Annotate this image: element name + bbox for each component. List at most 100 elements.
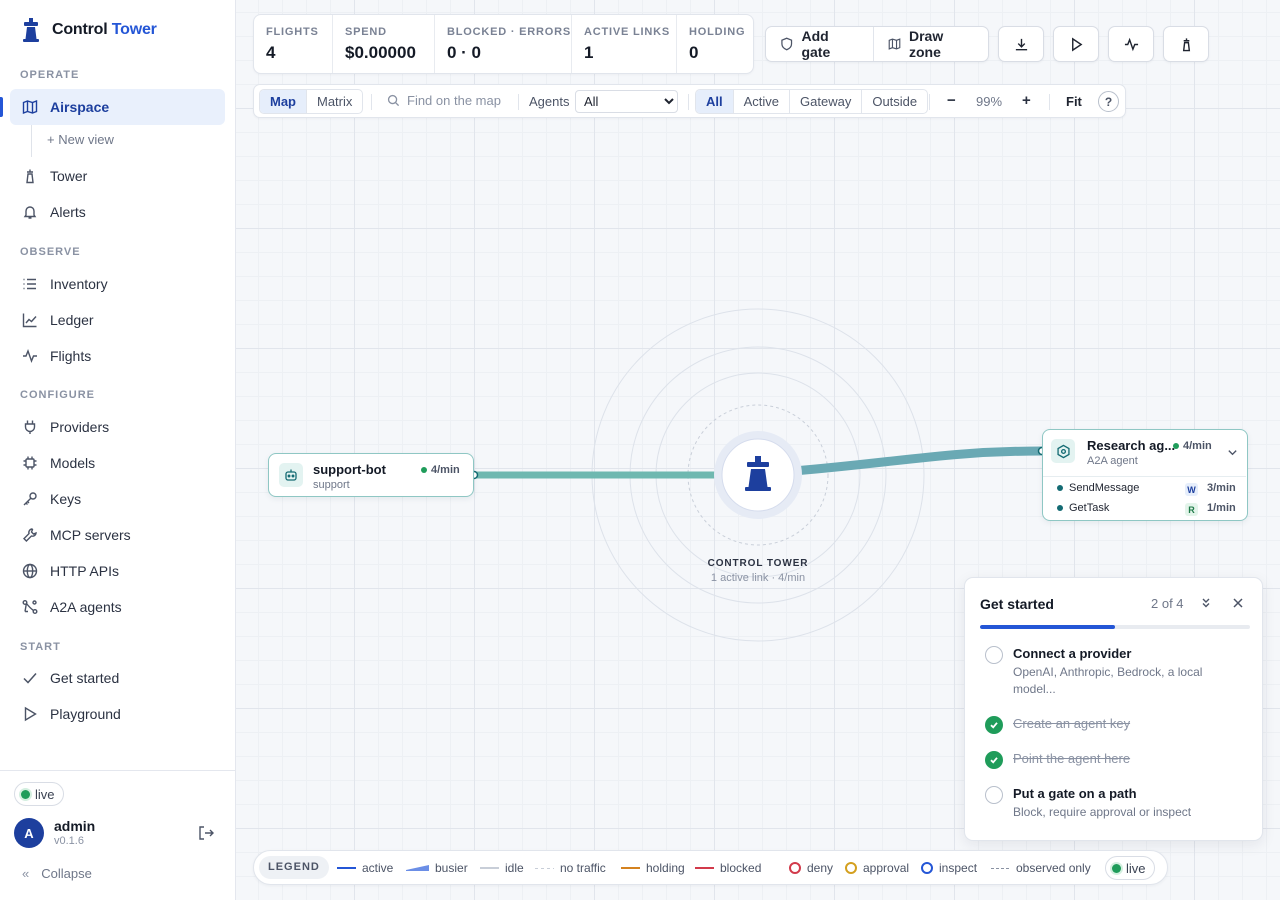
legend-ring-icon — [789, 862, 801, 874]
tower-subtitle: 1 active link · 4/min — [710, 572, 806, 584]
legend-busier: busier — [406, 861, 468, 875]
method-row[interactable]: SendMessage — [1057, 482, 1139, 494]
sidebar-item-playground[interactable]: Playground — [10, 696, 225, 732]
view-mode-matrix[interactable]: Matrix — [306, 90, 362, 113]
legend-live-badge[interactable]: live — [1105, 856, 1155, 880]
new-view-link[interactable]: + New view — [47, 132, 114, 147]
status-dot-icon — [1173, 443, 1179, 449]
key-icon — [23, 492, 37, 506]
map-search[interactable]: Find on the map — [387, 93, 501, 108]
chevron-down-icon[interactable] — [1227, 447, 1238, 458]
stats-bar: FLIGHTS 4 SPEND $0.00000 BLOCKED · ERROR… — [253, 14, 754, 74]
sidebar-item-get-started[interactable]: Get started — [10, 660, 225, 696]
collapse-label: Collapse — [41, 866, 92, 881]
app-version: v0.1.6 — [54, 835, 84, 847]
agent-node-research-agent[interactable]: Research ag... A2A agent 4/min SendMessa… — [1042, 429, 1248, 521]
section-operate: OPERATE — [20, 69, 80, 81]
draw-zone-button[interactable]: Draw zone — [873, 27, 988, 61]
tower-label: CONTROL TOWER — [707, 558, 809, 569]
legend-label: deny — [807, 861, 834, 875]
zoom-in-button[interactable]: + — [1022, 92, 1031, 109]
live-dot-icon — [1112, 863, 1121, 873]
step-create-agent-key[interactable]: Create an agent key — [985, 716, 1245, 736]
method-rate: 3/min — [1207, 482, 1236, 494]
download-icon — [1015, 38, 1027, 50]
download-button[interactable] — [998, 26, 1044, 62]
agent-node-support-bot[interactable]: support-bot support 4/min — [268, 453, 474, 497]
collapse-button[interactable]: « Collapse — [22, 866, 92, 881]
pulse-icon — [1124, 37, 1138, 51]
step-done-check-icon — [985, 751, 1003, 769]
sidebar-item-airspace[interactable]: Airspace — [10, 89, 225, 125]
filter-active[interactable]: Active — [732, 90, 789, 113]
add-gate-button[interactable]: Add gate — [766, 27, 873, 61]
step-description: OpenAI, Anthropic, Bedrock, a local mode… — [1013, 665, 1203, 696]
zoom-out-button[interactable]: − — [947, 92, 956, 109]
divider — [1043, 476, 1246, 477]
map-legend: LEGEND active busier idle no traffic hol… — [253, 850, 1168, 885]
node-title: Research ag... — [1087, 438, 1176, 453]
sidebar-item-ledger[interactable]: Ledger — [10, 302, 225, 338]
sidebar-item-label: Playground — [50, 706, 121, 722]
chevrons-down-icon[interactable] — [1199, 596, 1213, 610]
sidebar-item-label: Providers — [50, 419, 110, 435]
sidebar-item-tower[interactable]: Tower — [10, 158, 225, 194]
link-tower-to-research-agent[interactable] — [793, 446, 1043, 476]
sidebar-item-keys[interactable]: Keys — [10, 481, 225, 517]
live-status-badge: live — [14, 782, 64, 806]
draw-zone-label: Draw zone — [909, 28, 944, 60]
legend-swatch — [480, 867, 499, 869]
agents-filter-select[interactable]: All — [575, 90, 678, 113]
user-name: admin — [54, 818, 96, 834]
view-mode-map[interactable]: Map — [260, 90, 306, 113]
legend-swatch — [621, 867, 640, 869]
section-configure: CONFIGURE — [20, 389, 95, 401]
control-tower-node[interactable] — [714, 431, 802, 519]
close-icon[interactable] — [1232, 597, 1244, 609]
sidebar-item-flights[interactable]: Flights — [10, 338, 225, 374]
brand[interactable]: Control Tower — [20, 16, 157, 44]
filter-all[interactable]: All — [696, 90, 733, 113]
step-checkbox[interactable] — [985, 786, 1003, 804]
sidebar-item-http-apis[interactable]: HTTP APIs — [10, 553, 225, 589]
legend-label: holding — [646, 861, 685, 875]
sidebar-item-alerts[interactable]: Alerts — [10, 194, 225, 230]
sidebar-item-label: MCP servers — [50, 527, 131, 543]
sidebar-item-a2a-agents[interactable]: A2A agents — [10, 589, 225, 625]
get-started-progress-text: 2 of 4 — [1151, 596, 1184, 611]
replay-button[interactable] — [1053, 26, 1099, 62]
step-connect-provider[interactable]: Connect a provider OpenAI, Anthropic, Be… — [985, 646, 1245, 696]
step-point-agent[interactable]: Point the agent here — [985, 751, 1245, 771]
sidebar-item-inventory[interactable]: Inventory — [10, 266, 225, 302]
step-title: Put a gate on a path — [1013, 786, 1137, 801]
sidebar-item-mcp-servers[interactable]: MCP servers — [10, 517, 225, 553]
legend-holding: holding — [621, 861, 685, 875]
avatar[interactable]: A — [14, 818, 44, 848]
tower-button[interactable] — [1163, 26, 1209, 62]
step-checkbox[interactable] — [985, 646, 1003, 664]
pulse-icon — [23, 349, 37, 363]
stat-value: 1 — [584, 43, 594, 62]
help-button[interactable]: ? — [1098, 91, 1119, 112]
brand-name: Control Tower — [52, 21, 157, 38]
wrench-icon — [23, 528, 37, 542]
method-row[interactable]: GetTask — [1057, 502, 1109, 514]
activity-button[interactable] — [1108, 26, 1154, 62]
sidebar: Control Tower OPERATE Airspace + New vie… — [0, 0, 236, 900]
play-icon — [1071, 37, 1082, 51]
filter-gateway[interactable]: Gateway — [789, 90, 861, 113]
view-mode-toggle: Map Matrix — [259, 89, 364, 114]
live-status-text: live — [1126, 860, 1146, 876]
filter-outside[interactable]: Outside — [861, 90, 927, 113]
sidebar-item-providers[interactable]: Providers — [10, 409, 225, 445]
sidebar-item-models[interactable]: Models — [10, 445, 225, 481]
legend-approval: approval — [845, 861, 909, 875]
stat-active-links: ACTIVE LINKS 1 — [572, 15, 677, 73]
sidebar-item-label: Tower — [50, 168, 88, 184]
logout-icon[interactable] — [197, 824, 215, 842]
tower-icon — [26, 169, 34, 184]
step-put-gate[interactable]: Put a gate on a path Block, require appr… — [985, 786, 1245, 826]
method-rate: 1/min — [1207, 502, 1236, 514]
sidebar-item-label: Keys — [50, 491, 82, 507]
fit-button[interactable]: Fit — [1066, 94, 1082, 109]
